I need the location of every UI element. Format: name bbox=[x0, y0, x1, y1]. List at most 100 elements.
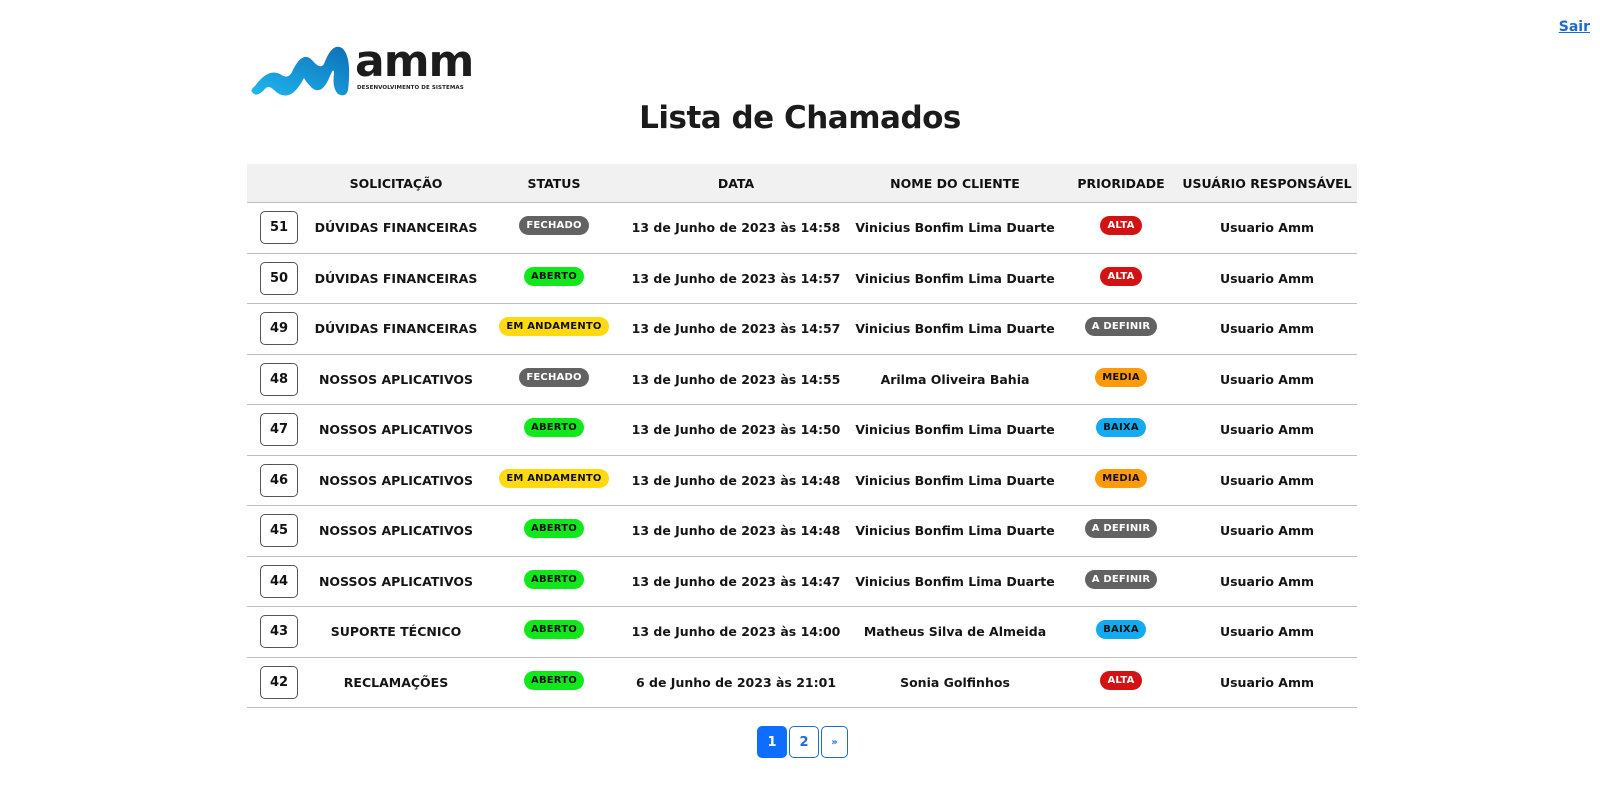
ticket-id-cell: 47 bbox=[247, 413, 311, 447]
status-badge: EM ANDAMENTO bbox=[499, 317, 609, 337]
date-cell: 13 de Junho de 2023 às 14:48 bbox=[631, 472, 841, 488]
ticket-id-button[interactable]: 50 bbox=[260, 261, 298, 295]
date-cell: 13 de Junho de 2023 às 14:57 bbox=[631, 321, 841, 337]
priority-badge: A DEFINIR bbox=[1084, 519, 1158, 539]
date-cell: 13 de Junho de 2023 às 14:47 bbox=[631, 573, 841, 589]
responsible-user-cell: Usuario Amm bbox=[1219, 573, 1315, 589]
responsible-user-cell: Usuario Amm bbox=[1219, 220, 1315, 236]
solicitacao-cell: NOSSOS APLICATIVOS bbox=[318, 422, 474, 438]
page-title: Lista de Chamados bbox=[639, 100, 961, 136]
tickets-table: SOLICITAÇÃO STATUS DATA NOME DO CLIENTE … bbox=[247, 164, 1357, 708]
responsible-user-cell: Usuario Amm bbox=[1219, 321, 1315, 337]
priority-badge: A DEFINIR bbox=[1084, 317, 1158, 337]
amm-logo-mark-icon bbox=[251, 46, 350, 96]
status-cell: FECHADO bbox=[481, 216, 627, 237]
table-row: 46 NOSSOS APLICATIVOS EM ANDAMENTO 13 de Ju… bbox=[247, 456, 1357, 506]
status-badge: FECHADO bbox=[519, 216, 589, 236]
status-cell: EM ANDAMENTO bbox=[481, 468, 627, 490]
ticket-id-cell: 50 bbox=[247, 261, 311, 295]
responsible-user-cell: Usuario Amm bbox=[1219, 624, 1315, 640]
priority-badge: ALTA bbox=[1100, 216, 1142, 236]
logout-link[interactable]: Sair bbox=[1559, 19, 1590, 35]
ticket-id-cell: 43 bbox=[247, 615, 311, 649]
ticket-id-cell: 44 bbox=[247, 564, 311, 598]
status-cell: ABERTO bbox=[481, 519, 627, 540]
solicitacao-cell: SUPORTE TÉCNICO bbox=[330, 624, 462, 640]
date-cell: 6 de Junho de 2023 às 21:01 bbox=[635, 674, 837, 690]
status-cell: ABERTO bbox=[481, 620, 627, 641]
col-header-cliente: NOME DO CLIENTE bbox=[890, 175, 1020, 191]
page-button-1[interactable]: 1 bbox=[757, 726, 787, 758]
priority-cell: A DEFINIR bbox=[1065, 519, 1177, 540]
priority-cell: MEDIA bbox=[1065, 468, 1177, 490]
page-button-2[interactable]: 2 bbox=[789, 726, 819, 758]
ticket-id-cell: 49 bbox=[247, 312, 311, 346]
ticket-id-button[interactable]: 49 bbox=[260, 312, 298, 346]
client-name-cell: Vinicius Bonfim Lima Duarte bbox=[855, 321, 1055, 337]
status-cell: EM ANDAMENTO bbox=[481, 317, 627, 338]
priority-cell: ALTA bbox=[1065, 216, 1177, 237]
priority-cell: A DEFINIR bbox=[1065, 569, 1177, 591]
client-name-cell: Matheus Silva de Almeida bbox=[863, 624, 1047, 640]
client-name-cell: Vinicius Bonfim Lima Duarte bbox=[855, 422, 1055, 438]
responsible-user-cell: Usuario Amm bbox=[1219, 523, 1315, 539]
status-badge: ABERTO bbox=[524, 670, 584, 690]
date-cell: 13 de Junho de 2023 às 14:50 bbox=[631, 422, 841, 438]
priority-cell: BAIXA bbox=[1065, 620, 1177, 641]
responsible-user-cell: Usuario Amm bbox=[1219, 371, 1315, 387]
col-header-status: STATUS bbox=[527, 175, 581, 191]
status-cell: ABERTO bbox=[481, 670, 627, 692]
priority-badge: ALTA bbox=[1100, 670, 1142, 690]
table-row: 49 DÚVIDAS FINANCEIRAS EM ANDAMENTO 13 de J… bbox=[247, 304, 1357, 355]
responsible-user-cell: Usuario Amm bbox=[1219, 472, 1315, 488]
ticket-id-button[interactable]: 43 bbox=[260, 615, 298, 649]
priority-cell: BAIXA bbox=[1065, 418, 1177, 439]
ticket-id-button[interactable]: 47 bbox=[260, 413, 298, 447]
priority-badge: BAIXA bbox=[1096, 418, 1146, 438]
ticket-id-cell: 45 bbox=[247, 514, 311, 548]
client-name-cell: Sonia Golfinhos bbox=[900, 674, 1010, 690]
ticket-id-button[interactable]: 45 bbox=[260, 514, 298, 548]
logo-wordmark: amm bbox=[355, 36, 474, 87]
table-row: 47 NOSSOS APLICATIVOS ABERTO 13 de Junho de… bbox=[247, 405, 1357, 456]
solicitacao-cell: DÚVIDAS FINANCEIRAS bbox=[314, 220, 478, 236]
table-row: 43 SUPORTE TÉCNICO ABERTO 13 de Junho de 20… bbox=[247, 607, 1357, 658]
ticket-id-cell: 42 bbox=[247, 665, 311, 699]
table-row: 51 DÚVIDAS FINANCEIRAS FECHADO 13 de Junho … bbox=[247, 203, 1357, 254]
priority-cell: MEDIA bbox=[1065, 367, 1177, 389]
col-header-prioridade: PRIORIDADE bbox=[1077, 175, 1165, 191]
status-cell: ABERTO bbox=[481, 418, 627, 439]
priority-badge: A DEFINIR bbox=[1084, 569, 1158, 589]
pagination: 1 2 » bbox=[757, 726, 848, 758]
status-badge: EM ANDAMENTO bbox=[499, 468, 609, 488]
status-cell: ABERTO bbox=[481, 266, 627, 288]
solicitacao-cell: NOSSOS APLICATIVOS bbox=[318, 472, 474, 488]
ticket-id-button[interactable]: 44 bbox=[260, 564, 298, 598]
priority-badge: ALTA bbox=[1100, 266, 1142, 286]
status-badge: ABERTO bbox=[524, 519, 584, 539]
solicitacao-cell: NOSSOS APLICATIVOS bbox=[318, 573, 474, 589]
ticket-id-cell: 51 bbox=[247, 211, 311, 245]
date-cell: 13 de Junho de 2023 às 14:55 bbox=[631, 371, 841, 387]
table-row: 42 RECLAMAÇÕES ABERTO 6 de Junho de 2023 às… bbox=[247, 658, 1357, 708]
ticket-id-button[interactable]: 48 bbox=[260, 362, 298, 396]
priority-cell: ALTA bbox=[1065, 266, 1177, 288]
solicitacao-cell: DÚVIDAS FINANCEIRAS bbox=[314, 321, 478, 337]
amm-logo: amm DESENVOLVIMENTO DE SISTEMAS bbox=[250, 38, 474, 100]
ticket-id-button[interactable]: 51 bbox=[260, 211, 298, 245]
ticket-id-cell: 48 bbox=[247, 362, 311, 396]
client-name-cell: Vinicius Bonfim Lima Duarte bbox=[855, 472, 1055, 488]
table-row: 45 NOSSOS APLICATIVOS ABERTO 13 de Junho de… bbox=[247, 506, 1357, 557]
table-body: 51 DÚVIDAS FINANCEIRAS FECHADO 13 de Junho … bbox=[247, 203, 1357, 708]
table-row: 48 NOSSOS APLICATIVOS FECHADO 13 de Junho d… bbox=[247, 355, 1357, 405]
client-name-cell: Vinicius Bonfim Lima Duarte bbox=[855, 220, 1055, 236]
priority-badge: MEDIA bbox=[1095, 468, 1147, 488]
priority-cell: ALTA bbox=[1065, 670, 1177, 692]
logo-subtitle: DESENVOLVIMENTO DE SISTEMAS bbox=[357, 85, 464, 91]
next-page-button[interactable]: » bbox=[821, 726, 848, 758]
ticket-id-button[interactable]: 46 bbox=[260, 463, 298, 497]
status-badge: FECHADO bbox=[519, 367, 589, 387]
ticket-id-button[interactable]: 42 bbox=[260, 665, 298, 699]
status-badge: ABERTO bbox=[524, 418, 584, 438]
responsible-user-cell: Usuario Amm bbox=[1219, 674, 1315, 690]
